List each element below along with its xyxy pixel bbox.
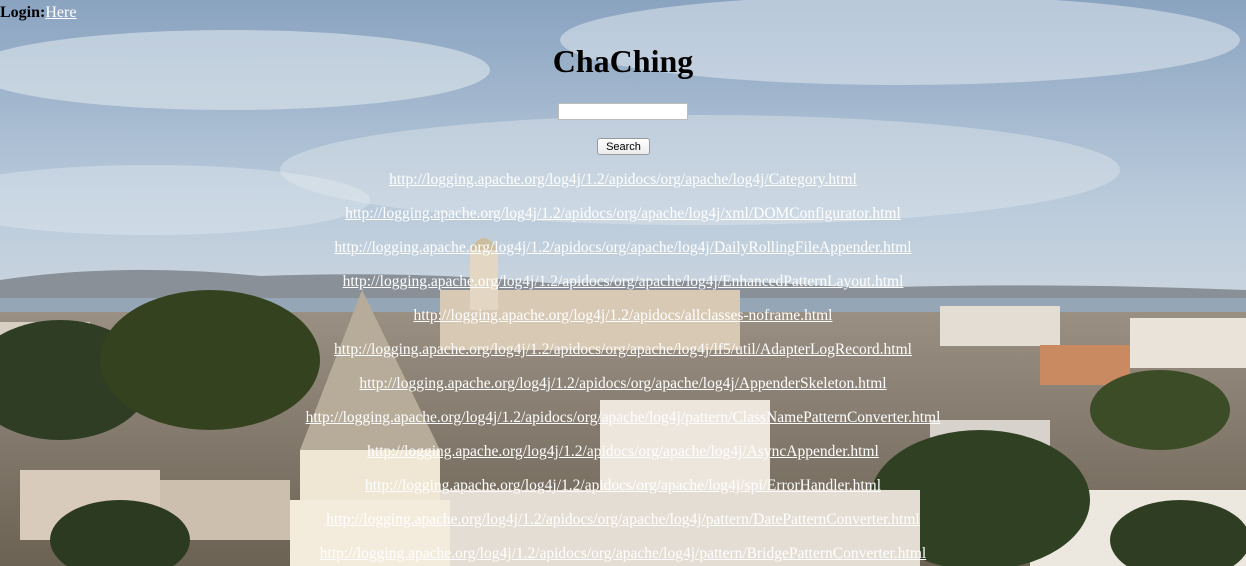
page-content: Login:Here ChaChing Search http://loggin… (0, 0, 1246, 566)
list-item: http://logging.apache.org/log4j/1.2/apid… (0, 477, 1246, 511)
list-item: http://logging.apache.org/log4j/1.2/apid… (0, 341, 1246, 375)
list-item: http://logging.apache.org/log4j/1.2/apid… (0, 171, 1246, 205)
search-button[interactable]: Search (597, 138, 650, 155)
list-item: http://logging.apache.org/log4j/1.2/apid… (0, 239, 1246, 273)
results-list: http://logging.apache.org/log4j/1.2/apid… (0, 171, 1246, 566)
list-item: http://logging.apache.org/log4j/1.2/apid… (0, 205, 1246, 239)
login-bar: Login:Here (0, 4, 76, 22)
list-item: http://logging.apache.org/log4j/1.2/apid… (0, 375, 1246, 409)
result-link[interactable]: http://logging.apache.org/log4j/1.2/apid… (306, 409, 941, 426)
result-link[interactable]: http://logging.apache.org/log4j/1.2/apid… (389, 171, 857, 188)
list-item: http://logging.apache.org/log4j/1.2/apid… (0, 511, 1246, 545)
result-link[interactable]: http://logging.apache.org/log4j/1.2/apid… (367, 443, 879, 460)
result-link[interactable]: http://logging.apache.org/log4j/1.2/apid… (359, 375, 886, 392)
list-item: http://logging.apache.org/log4j/1.2/apid… (0, 545, 1246, 566)
result-link[interactable]: http://logging.apache.org/log4j/1.2/apid… (320, 545, 926, 562)
result-link[interactable]: http://logging.apache.org/log4j/1.2/apid… (345, 205, 901, 222)
list-item: http://logging.apache.org/log4j/1.2/apid… (0, 307, 1246, 341)
result-link[interactable]: http://logging.apache.org/log4j/1.2/apid… (334, 239, 911, 256)
result-link[interactable]: http://logging.apache.org/log4j/1.2/apid… (334, 341, 912, 358)
login-label: Login: (0, 4, 46, 21)
search-input[interactable] (558, 103, 688, 120)
list-item: http://logging.apache.org/log4j/1.2/apid… (0, 273, 1246, 307)
login-link[interactable]: Here (45, 4, 76, 21)
list-item: http://logging.apache.org/log4j/1.2/apid… (0, 409, 1246, 443)
list-item: http://logging.apache.org/log4j/1.2/apid… (0, 443, 1246, 477)
result-link[interactable]: http://logging.apache.org/log4j/1.2/apid… (326, 511, 919, 528)
result-link[interactable]: http://logging.apache.org/log4j/1.2/apid… (343, 273, 904, 290)
result-link[interactable]: http://logging.apache.org/log4j/1.2/apid… (365, 477, 881, 494)
page-title: ChaChing (552, 43, 694, 79)
result-link[interactable]: http://logging.apache.org/log4j/1.2/apid… (414, 307, 833, 324)
